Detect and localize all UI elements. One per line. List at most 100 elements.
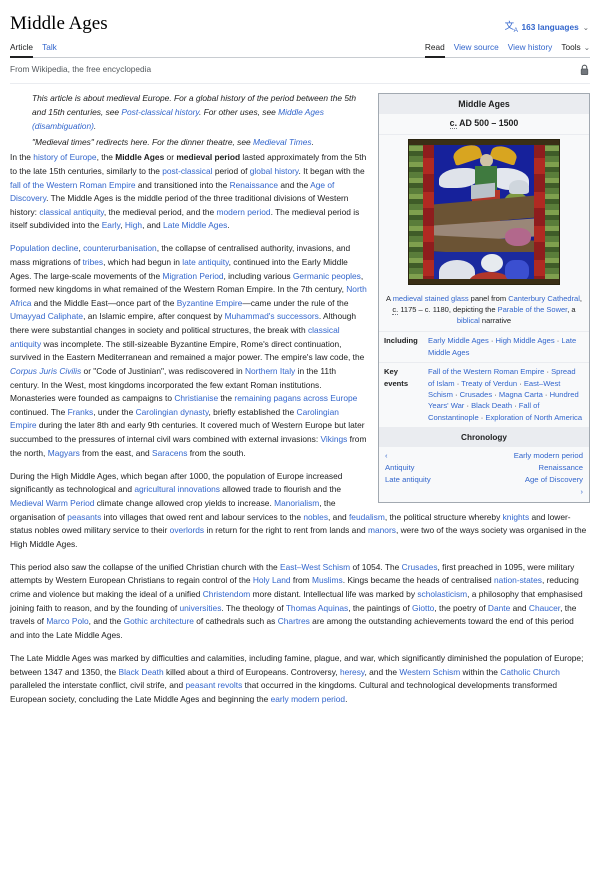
infobox-image-wrapper[interactable]: [379, 135, 589, 288]
article-link[interactable]: Christendom: [203, 589, 250, 599]
chronology-link-next-era[interactable]: Early modern period: [514, 450, 583, 462]
article-link[interactable]: agricultural innovations: [134, 484, 220, 494]
infobox-link[interactable]: Exploration of North America: [485, 413, 582, 422]
article-link[interactable]: scholasticism: [417, 589, 467, 599]
chevron-right-icon[interactable]: ›: [581, 486, 584, 498]
article-link[interactable]: peasant revolts: [186, 680, 243, 690]
article-link[interactable]: overlords: [170, 525, 204, 535]
chevron-left-icon[interactable]: ‹: [385, 450, 388, 462]
article-link[interactable]: Crusades: [402, 562, 438, 572]
article-link[interactable]: modern period: [217, 207, 271, 217]
chronology-row: Late antiquity Age of Discovery: [385, 474, 583, 486]
chevron-down-icon: ⌄: [583, 42, 590, 52]
infobox-row-label: Key events: [384, 367, 409, 388]
chronology-link-antiquity[interactable]: Antiquity: [385, 462, 415, 474]
article-link[interactable]: classical antiquity: [10, 325, 340, 349]
tab-talk[interactable]: Talk: [42, 41, 57, 57]
caption-link-parable[interactable]: Parable of the Sower: [498, 305, 568, 314]
chronology-link-renaissance[interactable]: Renaissance: [539, 462, 583, 474]
article-link[interactable]: Western Schism: [399, 667, 460, 677]
chronology-link-age-of-discovery[interactable]: Age of Discovery: [525, 474, 583, 486]
article-link[interactable]: Holy Land: [253, 575, 291, 585]
article-link[interactable]: Umayyad Caliphate: [10, 311, 83, 321]
article-link[interactable]: post-classical: [162, 166, 212, 176]
infobox-link[interactable]: Early Middle Ages: [428, 336, 489, 345]
article-link[interactable]: Carolingian dynasty: [136, 407, 209, 417]
article-link[interactable]: High: [125, 220, 142, 230]
article-link[interactable]: fall of the Western Roman Empire: [10, 180, 136, 190]
hatnote-text: .: [93, 121, 97, 132]
article-link[interactable]: Migration Period: [163, 271, 224, 281]
article-link[interactable]: classical antiquity: [39, 207, 104, 217]
article-link[interactable]: Dante: [488, 603, 510, 613]
article-link[interactable]: Christianise: [174, 393, 218, 403]
article-link[interactable]: Renaissance: [230, 180, 278, 190]
caption-link-stained-glass[interactable]: medieval stained glass: [393, 294, 469, 303]
article-link[interactable]: Muhammad's successors: [225, 311, 319, 321]
article-link[interactable]: Late Middle Ages: [163, 220, 227, 230]
hatnote-link-post-classical[interactable]: Post-classical history: [121, 107, 199, 117]
caption-text: A: [386, 293, 393, 303]
article-link[interactable]: manors: [368, 525, 396, 535]
article-link[interactable]: history of Europe: [33, 152, 96, 162]
lock-icon[interactable]: [579, 64, 590, 76]
article-link[interactable]: Gothic architecture: [124, 616, 194, 626]
article-link[interactable]: nobles: [303, 512, 328, 522]
article-link[interactable]: Chaucer: [529, 603, 560, 613]
article-link[interactable]: Chartres: [278, 616, 310, 626]
article-link[interactable]: counterurbanisation: [83, 243, 157, 253]
article-link[interactable]: Muslims: [312, 575, 343, 585]
hatnote-link-medieval-times[interactable]: Medieval Times: [253, 137, 312, 147]
article-link[interactable]: Black Death: [119, 667, 164, 677]
article-link[interactable]: Germanic peoples: [293, 271, 361, 281]
article-link[interactable]: Magyars: [48, 448, 80, 458]
infobox-link[interactable]: High Middle Ages: [496, 336, 555, 345]
article-link[interactable]: tribes: [83, 257, 103, 267]
infobox-title: Middle Ages: [379, 93, 589, 115]
caption-link-biblical[interactable]: biblical: [457, 316, 480, 325]
article-link[interactable]: Marco Polo: [46, 616, 88, 626]
article-link[interactable]: heresy: [340, 667, 365, 677]
article-link[interactable]: global history: [250, 166, 299, 176]
article-link[interactable]: early modern period: [271, 694, 345, 704]
article-link[interactable]: Population decline: [10, 243, 78, 253]
article-link[interactable]: Catholic Church: [500, 667, 560, 677]
article-link[interactable]: Thomas Aquinas: [286, 603, 348, 613]
article-link[interactable]: remaining pagans across Europe: [234, 393, 357, 403]
chronology-row: ‹ Early modern period: [385, 450, 583, 462]
article-link[interactable]: Saracens: [152, 448, 187, 458]
article-link[interactable]: Northern Italy: [245, 366, 295, 376]
article-link[interactable]: late antiquity: [182, 257, 228, 267]
article-link[interactable]: Franks: [68, 407, 94, 417]
tools-menu-button[interactable]: Tools ⌄: [561, 41, 590, 57]
article-link[interactable]: Medieval Warm Period: [10, 498, 94, 508]
article-link[interactable]: knights: [503, 512, 530, 522]
caption-text: panel from: [468, 293, 509, 303]
article-link[interactable]: Corpus Juris Civilis: [10, 366, 81, 376]
circa-abbr: c.: [449, 118, 458, 130]
article-link[interactable]: Byzantine Empire: [177, 298, 243, 308]
infobox-link[interactable]: Fall of the Western Roman Empire: [428, 367, 544, 376]
view-tabs: Read View source View history Tools ⌄: [424, 41, 590, 59]
tab-article[interactable]: Article: [10, 41, 34, 59]
language-selector-button[interactable]: 文A 163 languages ⌄: [505, 14, 590, 36]
article-link[interactable]: East–West Schism: [280, 562, 350, 572]
site-subtitle-bar: From Wikipedia, the free encyclopedia: [10, 58, 590, 84]
tab-view-history[interactable]: View history: [508, 41, 553, 57]
infobox-link[interactable]: Treaty of Verdun: [461, 379, 517, 388]
infobox-link[interactable]: Black Death: [471, 401, 512, 410]
chronology-link-late-antiquity[interactable]: Late antiquity: [385, 474, 431, 486]
article-link[interactable]: Early: [102, 220, 120, 230]
article-link[interactable]: nation-states: [494, 575, 542, 585]
article-link[interactable]: Manorialism: [274, 498, 319, 508]
infobox-link[interactable]: Crusades: [460, 390, 493, 399]
tab-read[interactable]: Read: [424, 41, 445, 59]
article-link[interactable]: Vikings: [320, 434, 347, 444]
article-link[interactable]: Giotto: [412, 603, 434, 613]
article-link[interactable]: universities: [179, 603, 221, 613]
infobox-link[interactable]: Magna Carta: [499, 390, 543, 399]
tab-view-source[interactable]: View source: [454, 41, 499, 57]
article-link[interactable]: feudalism: [349, 512, 385, 522]
caption-link-canterbury[interactable]: Canterbury Cathedral: [508, 294, 580, 303]
article-link[interactable]: peasants: [67, 512, 101, 522]
